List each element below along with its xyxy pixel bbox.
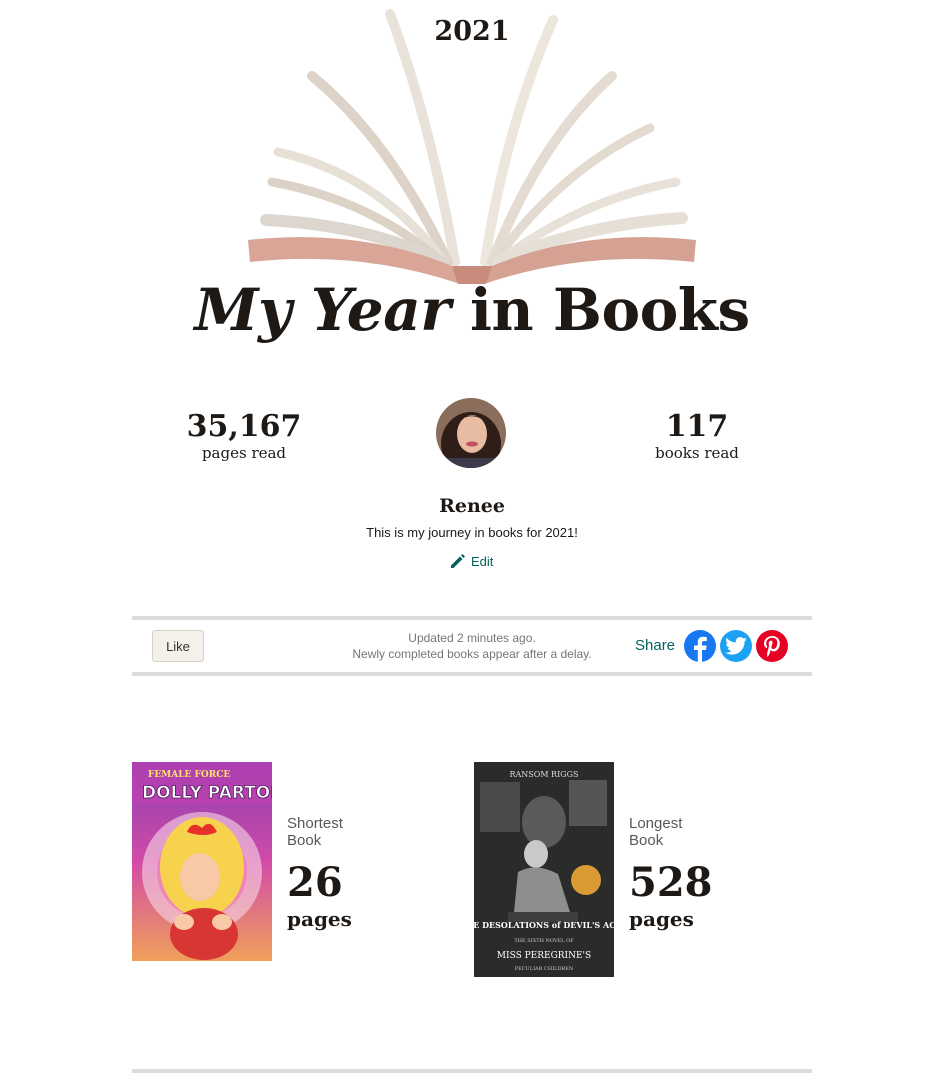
books-read-count: 117 — [665, 409, 729, 444]
twitter-share-button[interactable] — [720, 630, 752, 662]
pencil-icon — [451, 554, 465, 568]
pages-read-label: pages read — [201, 444, 287, 462]
user-name: Renee — [439, 495, 505, 517]
pages-read-stat: 35,167 pages read — [144, 409, 344, 463]
shortest-book-meta: Shortest Book 26 pages — [287, 815, 352, 931]
longest-book-pages-label: pages — [629, 907, 694, 931]
pages-read-count: 35,167 — [186, 409, 302, 444]
cover-series-text: FEMALE FORCE — [148, 770, 230, 780]
longest-book-meta: Longest Book 528 pages — [629, 815, 713, 931]
shortest-book-cover[interactable]: FEMALE FORCE DOLLY PARTON — [132, 762, 272, 961]
desolations-cover-art: RANSOM RIGGS THE DESOLATIONS of DEVIL'S … — [474, 762, 614, 977]
longest-book-label: Longest Book — [629, 815, 683, 849]
twitter-icon — [725, 637, 747, 655]
dolly-parton-cover-art: FEMALE FORCE DOLLY PARTON — [132, 762, 272, 961]
shortest-book-pages: 26 — [287, 859, 343, 906]
books-read-label: books read — [655, 444, 739, 462]
edit-label: Edit — [471, 553, 494, 569]
facebook-share-button[interactable] — [684, 630, 716, 662]
like-button[interactable]: Like — [152, 630, 204, 662]
share-label: Share — [635, 637, 676, 654]
page-title-italic: My Year — [194, 276, 451, 344]
books-read-stat: 117 books read — [597, 409, 797, 463]
cover-series-text: MISS PEREGRINE'S — [497, 951, 591, 961]
cover-subtitle-text: THE SIXTH NOVEL OF — [514, 938, 574, 944]
journey-description: This is my journey in books for 2021! — [366, 525, 578, 540]
shortest-book-label: Shortest Book — [287, 815, 343, 849]
cover-title-text: DOLLY PARTON — [142, 783, 272, 803]
page-title-rest: in Books — [450, 276, 750, 344]
cover-series-sub-text: PECULIAR CHILDREN — [515, 966, 574, 972]
update-status: Updated 2 minutes ago. Newly completed b… — [322, 630, 622, 662]
pinterest-share-button[interactable] — [756, 630, 788, 662]
shortest-book-pages-label: pages — [287, 907, 352, 931]
longest-book-pages: 528 — [629, 859, 713, 906]
action-bar: Like Updated 2 minutes ago. Newly comple… — [132, 616, 812, 676]
page-title: My Year in Books — [0, 276, 944, 344]
cover-author-text: RANSOM RIGGS — [509, 770, 578, 779]
section-divider — [132, 1069, 812, 1073]
delay-notice: Newly completed books appear after a del… — [352, 647, 592, 661]
hero-banner: 2021 My Year in Books — [0, 0, 944, 370]
avatar[interactable] — [436, 398, 506, 468]
cover-title-text: THE DESOLATIONS of DEVIL'S ACRE — [474, 920, 614, 930]
edit-link[interactable]: Edit — [449, 552, 493, 570]
facebook-icon — [694, 636, 707, 662]
updated-time: Updated 2 minutes ago. — [408, 631, 536, 645]
avatar-image — [436, 398, 506, 468]
pinterest-icon — [764, 636, 780, 657]
longest-book-cover[interactable]: RANSOM RIGGS THE DESOLATIONS of DEVIL'S … — [474, 762, 614, 977]
year-label: 2021 — [434, 16, 510, 47]
